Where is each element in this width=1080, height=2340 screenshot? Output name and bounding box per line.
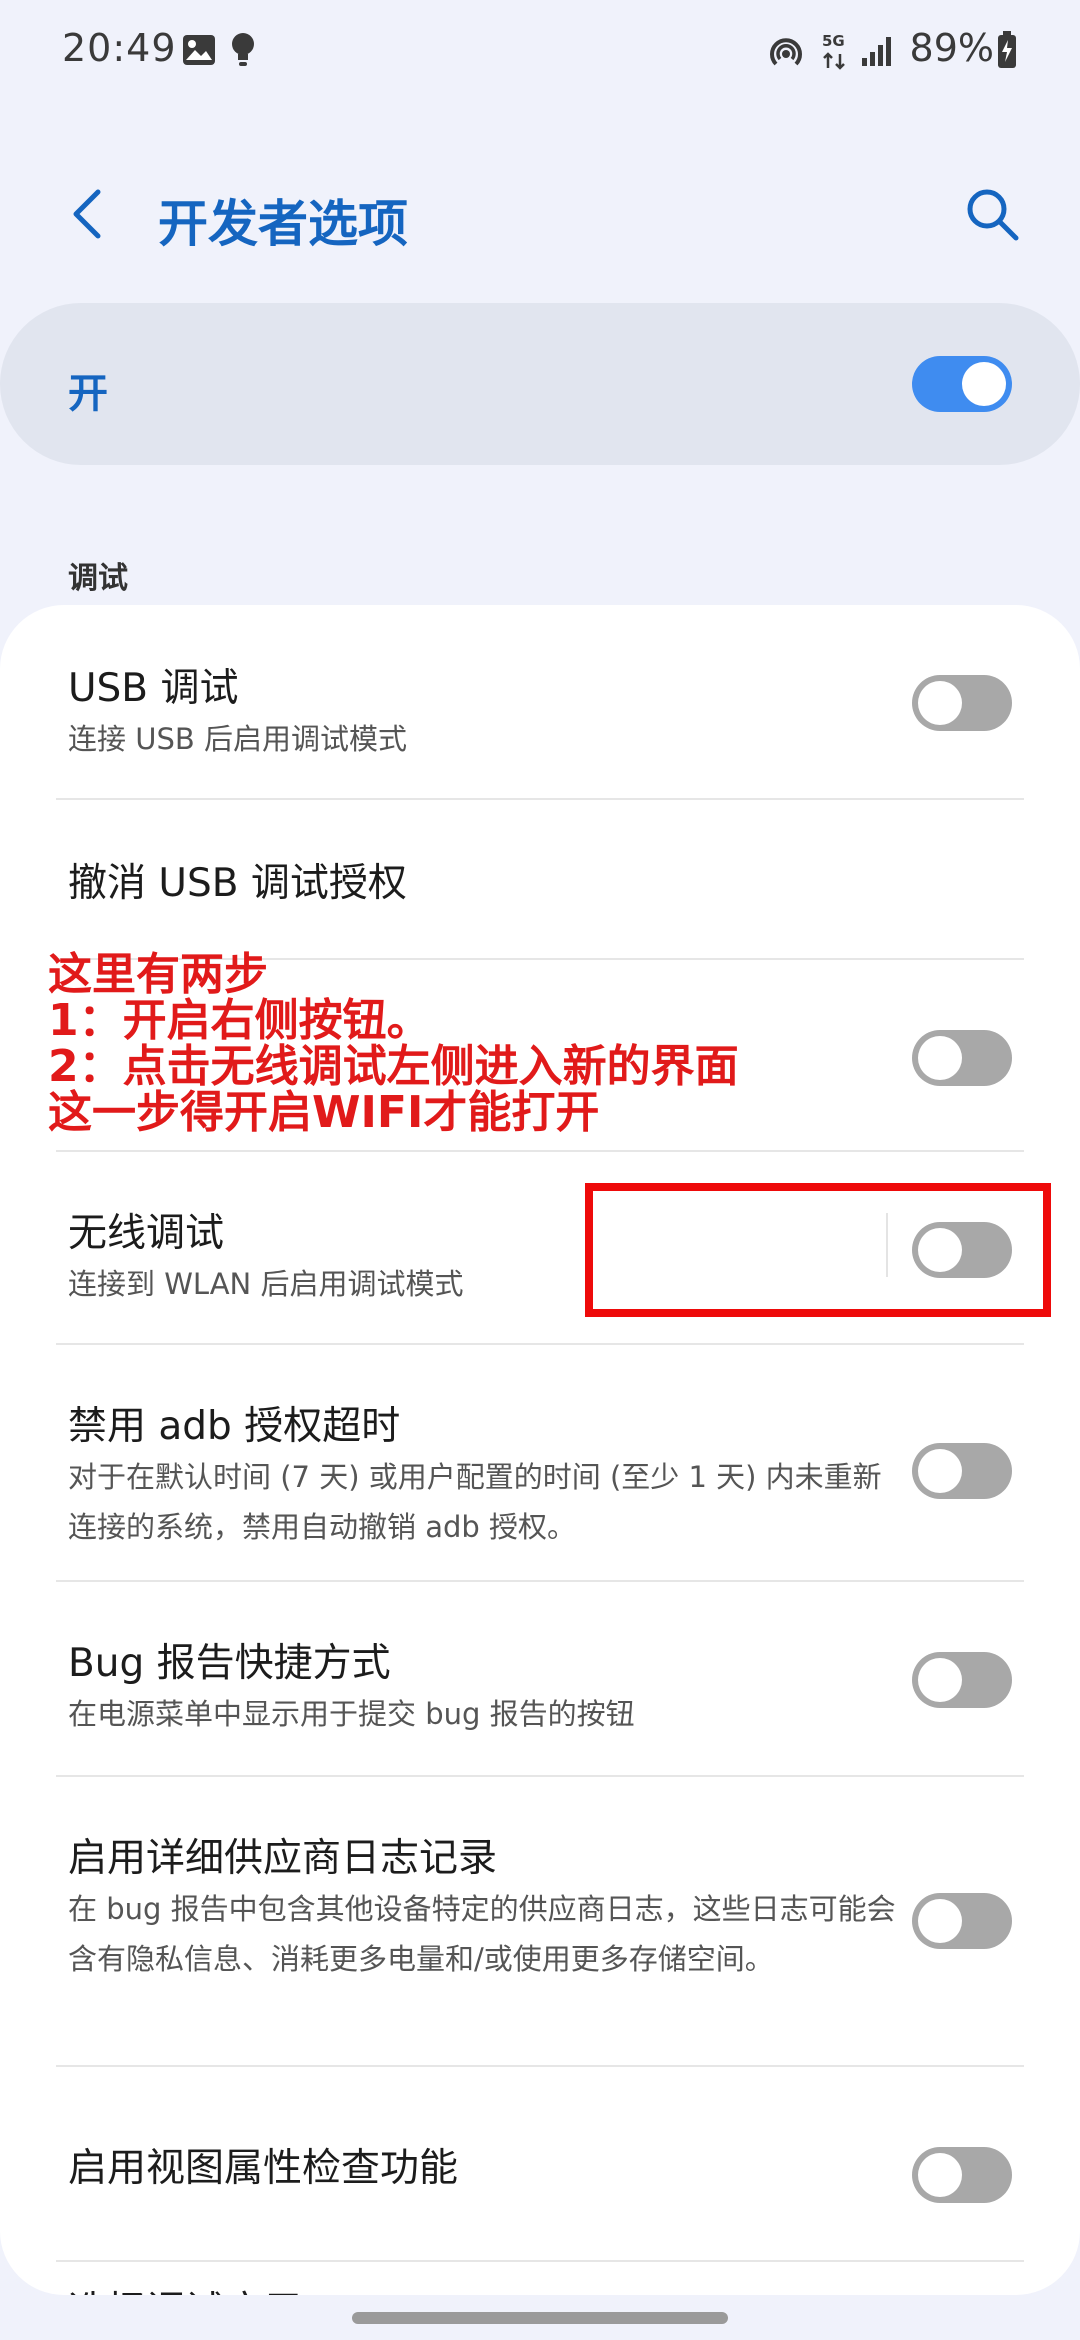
toggle-knob [918, 1449, 962, 1493]
page-title: 开发者选项 [158, 195, 408, 253]
annotation-line: 2：点击无线调试左侧进入新的界面 [48, 1041, 739, 1092]
signal-icon [860, 34, 894, 72]
setting-title: 选择调试应用 [68, 2280, 302, 2295]
disable-adb-timeout-toggle[interactable] [912, 1443, 1012, 1499]
search-icon [967, 189, 1019, 241]
setting-subtitle: 对于在默认时间 (7 天) 或用户配置的时间 (至少 1 天) 内未重新连接的系… [68, 1460, 882, 1544]
setting-title: Bug 报告快捷方式 [68, 1641, 391, 1686]
setting-revoke-usb-auth[interactable]: 撤消 USB 调试授权 [0, 800, 1080, 960]
gallery-icon [182, 34, 216, 70]
setting-title: USB 调试 [68, 666, 239, 711]
toggle-knob [918, 1658, 962, 1702]
annotation-highlight-box [585, 1183, 1051, 1317]
status-time: 20:49 [62, 26, 177, 70]
obscured-setting-toggle[interactable] [912, 1030, 1012, 1086]
setting-view-attribute-inspection[interactable]: 启用视图属性检查功能 [0, 2067, 1080, 2265]
annotation-line: 这一步得开启WIFI才能打开 [48, 1087, 600, 1138]
status-bar: 20:49 5G 89% [0, 0, 1080, 100]
usb-debugging-toggle[interactable] [912, 675, 1012, 731]
battery-percent: 89% [909, 26, 994, 70]
setting-title: 无线调试 [68, 1211, 225, 1256]
setting-select-debug-app[interactable]: 选择调试应用 [0, 2262, 1080, 2295]
section-title-debugging: 调试 [68, 561, 128, 596]
hotspot-icon [766, 34, 806, 74]
home-indicator[interactable] [352, 2312, 728, 2324]
settings-list: USB 调试 连接 USB 后启用调试模式 撤消 USB 调试授权 无线调试 连… [0, 605, 1080, 2295]
annotation-text: 这里有两步 1：开启右侧按钮。 2：点击无线调试左侧进入新的界面 这一步得开启W… [48, 952, 848, 1136]
bug-report-shortcut-toggle[interactable] [912, 1652, 1012, 1708]
toggle-knob [962, 362, 1006, 406]
view-attribute-inspection-toggle[interactable] [912, 2147, 1012, 2203]
app-header: 开发者选项 [0, 170, 1080, 260]
developer-options-master-switch[interactable]: 开 [0, 303, 1080, 465]
lightbulb-icon [230, 32, 256, 72]
chevron-left-icon [73, 189, 101, 239]
setting-title: 禁用 adb 授权超时 [68, 1404, 401, 1449]
back-button[interactable] [60, 184, 120, 244]
annotation-line: 这里有两步 [48, 949, 268, 1000]
network-5g-icon: 5G [820, 30, 852, 78]
toggle-knob [918, 1036, 962, 1080]
setting-usb-debugging[interactable]: USB 调试 连接 USB 后启用调试模式 [0, 605, 1080, 800]
setting-subtitle: 连接 USB 后启用调试模式 [68, 722, 407, 756]
search-button[interactable] [960, 182, 1024, 246]
setting-title: 启用视图属性检查功能 [68, 2146, 459, 2191]
toggle-knob [918, 1899, 962, 1943]
setting-title: 启用详细供应商日志记录 [68, 1836, 498, 1881]
svg-text:5G: 5G [822, 32, 845, 50]
battery-charging-icon [996, 30, 1018, 74]
toggle-knob [918, 2153, 962, 2197]
verbose-vendor-logging-toggle[interactable] [912, 1893, 1012, 1949]
master-toggle[interactable] [912, 356, 1012, 412]
setting-bug-report-shortcut[interactable]: Bug 报告快捷方式 在电源菜单中显示用于提交 bug 报告的按钮 [0, 1582, 1080, 1777]
setting-verbose-vendor-logging[interactable]: 启用详细供应商日志记录 在 bug 报告中包含其他设备特定的供应商日志，这些日志… [0, 1777, 1080, 2067]
setting-title: 撤消 USB 调试授权 [68, 861, 407, 906]
setting-disable-adb-timeout[interactable]: 禁用 adb 授权超时 对于在默认时间 (7 天) 或用户配置的时间 (至少 1… [0, 1345, 1080, 1585]
setting-subtitle: 在电源菜单中显示用于提交 bug 报告的按钮 [68, 1697, 635, 1731]
toggle-knob [918, 681, 962, 725]
annotation-line: 1：开启右侧按钮。 [48, 995, 431, 1046]
master-switch-label: 开 [68, 371, 108, 417]
setting-subtitle: 在 bug 报告中包含其他设备特定的供应商日志，这些日志可能会含有隐私信息、消耗… [68, 1892, 896, 1976]
